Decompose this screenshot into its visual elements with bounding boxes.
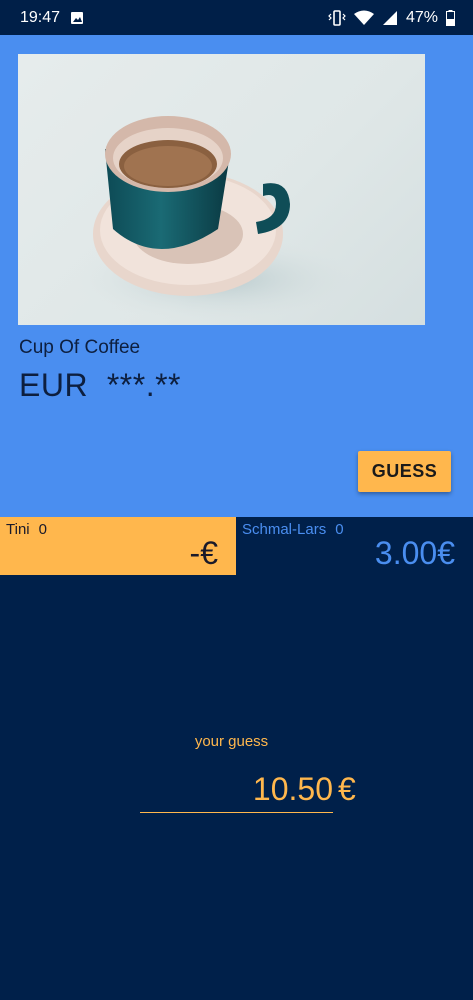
player-score: 0 <box>335 521 344 538</box>
player-card-schmal-lars: Schmal-Lars 0 3.00€ <box>236 517 473 575</box>
battery-icon <box>446 9 455 26</box>
status-bar: 19:47 47% <box>0 0 473 35</box>
player-guess-value: 3.00€ <box>374 535 455 571</box>
player-name: Schmal-Lars <box>242 521 327 538</box>
signal-icon <box>382 10 398 26</box>
player-score: 0 <box>38 521 47 538</box>
image-icon <box>70 11 84 25</box>
guess-label: your guess <box>194 733 269 750</box>
wifi-icon <box>353 10 374 26</box>
product-image <box>18 54 425 325</box>
product-price: EUR ***.** <box>19 367 181 403</box>
guess-currency: € <box>338 771 356 807</box>
status-time: 19:47 <box>20 8 61 26</box>
product-panel: Cup Of Coffee EUR ***.** GUESS <box>0 35 473 517</box>
guess-input[interactable]: 10.50 <box>140 765 333 813</box>
product-name: Cup Of Coffee <box>19 337 141 358</box>
vibrate-icon <box>328 9 346 26</box>
player-card-tini: Tini 0 -€ <box>0 517 236 575</box>
guess-button[interactable]: GUESS <box>358 451 451 492</box>
player-name: Tini <box>6 521 30 538</box>
guess-input-value[interactable]: 10.50 <box>253 771 333 808</box>
battery-percent: 47% <box>405 8 438 26</box>
player-guess-value: -€ <box>189 535 218 571</box>
